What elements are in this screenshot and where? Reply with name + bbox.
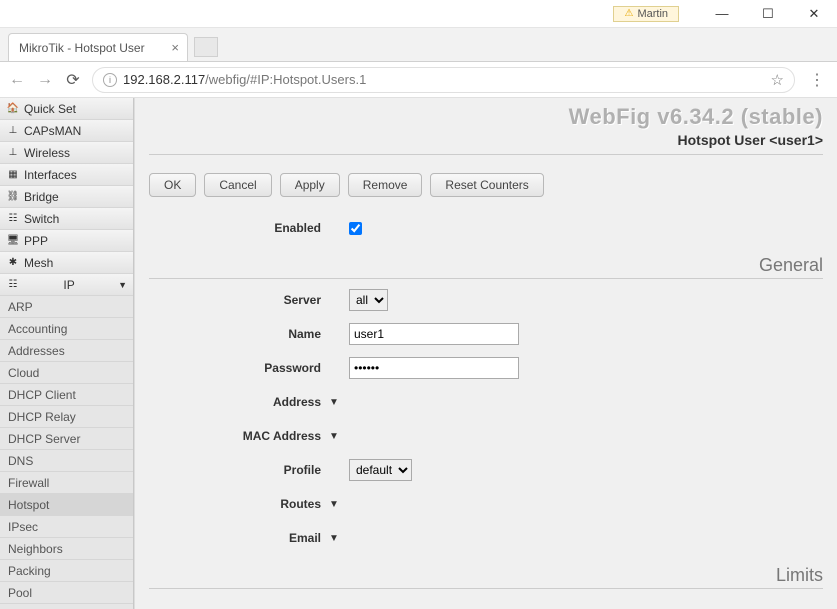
- sidebar-item-label: CAPsMAN: [24, 124, 81, 138]
- sidebar-subitem-neighbors[interactable]: Neighbors: [0, 538, 133, 560]
- sidebar-item-ppp[interactable]: 🖥 PPP: [0, 230, 133, 252]
- profile-select[interactable]: default: [349, 459, 412, 481]
- webfig-title: WebFig v6.34.2 (stable): [149, 104, 823, 130]
- sidebar-subitem-routes[interactable]: Routes: [0, 604, 133, 609]
- address-bar[interactable]: i 192.168.2.117/webfig/#IP:Hotspot.Users…: [92, 67, 795, 93]
- sidebar-item-label: Quick Set: [24, 102, 76, 116]
- sidebar-subitem-dns[interactable]: DNS: [0, 450, 133, 472]
- wireless-icon: ⊥: [6, 146, 20, 160]
- sidebar-item-wireless[interactable]: ⊥ Wireless: [0, 142, 133, 164]
- address-label: Address: [149, 395, 349, 409]
- sidebar-item-mesh[interactable]: ✱ Mesh: [0, 252, 133, 274]
- sidebar-subitem-arp[interactable]: ARP: [0, 296, 133, 318]
- sidebar-subitem-ipsec[interactable]: IPsec: [0, 516, 133, 538]
- sidebar-subitem-dhcp-relay[interactable]: DHCP Relay: [0, 406, 133, 428]
- name-input[interactable]: [349, 323, 519, 345]
- browser-tab[interactable]: MikroTik - Hotspot User ×: [8, 33, 188, 61]
- user-badge: Martin: [613, 6, 679, 22]
- name-label: Name: [149, 327, 349, 341]
- sidebar-item-label: Mesh: [24, 256, 53, 270]
- forward-icon[interactable]: →: [36, 71, 54, 89]
- browser-tabstrip: MikroTik - Hotspot User ×: [0, 28, 837, 62]
- sidebar-item-switch[interactable]: ☷ Switch: [0, 208, 133, 230]
- ip-icon: ☷: [6, 278, 20, 292]
- reset-counters-button[interactable]: Reset Counters: [430, 173, 543, 197]
- chevron-down-icon: ▼: [118, 280, 127, 290]
- sidebar-subitem-hotspot[interactable]: Hotspot: [0, 494, 133, 516]
- sidebar-item-capsman[interactable]: ⊥ CAPsMAN: [0, 120, 133, 142]
- email-label: Email: [149, 531, 349, 545]
- browser-menu-icon[interactable]: ⋮: [805, 70, 829, 90]
- interfaces-icon: ▦: [6, 168, 20, 182]
- action-button-row: OK Cancel Apply Remove Reset Counters: [149, 173, 823, 197]
- ok-button[interactable]: OK: [149, 173, 196, 197]
- sidebar-item-label: Wireless: [24, 146, 70, 160]
- sidebar: 🏠 Quick Set ⊥ CAPsMAN ⊥ Wireless ▦ Interfaces ⛓ B…: [0, 98, 134, 609]
- sidebar-subitem-pool[interactable]: Pool: [0, 582, 133, 604]
- routes-label: Routes: [149, 497, 349, 511]
- url-text: 192.168.2.117/webfig/#IP:Hotspot.Users.1: [123, 72, 366, 87]
- quick-set-icon: 🏠: [6, 102, 20, 116]
- password-label: Password: [149, 361, 349, 375]
- ppp-icon: 🖥: [6, 234, 20, 248]
- site-info-icon[interactable]: i: [103, 73, 117, 87]
- close-window-button[interactable]: ✕: [791, 0, 837, 28]
- capsman-icon: ⊥: [6, 124, 20, 138]
- mac-address-label: MAC Address: [149, 429, 349, 443]
- sidebar-subitem-accounting[interactable]: Accounting: [0, 318, 133, 340]
- sidebar-item-ip[interactable]: ☷ IP ▼: [0, 274, 133, 296]
- cancel-button[interactable]: Cancel: [204, 173, 271, 197]
- bookmark-icon[interactable]: ☆: [771, 71, 784, 89]
- sidebar-item-bridge[interactable]: ⛓ Bridge: [0, 186, 133, 208]
- browser-toolbar: ← → ⟳ i 192.168.2.117/webfig/#IP:Hotspot…: [0, 62, 837, 98]
- sidebar-item-interfaces[interactable]: ▦ Interfaces: [0, 164, 133, 186]
- switch-icon: ☷: [6, 212, 20, 226]
- remove-button[interactable]: Remove: [348, 173, 423, 197]
- sidebar-subitem-packing[interactable]: Packing: [0, 560, 133, 582]
- profile-label: Profile: [149, 463, 349, 477]
- new-tab-button[interactable]: [194, 37, 218, 57]
- enabled-checkbox[interactable]: [349, 222, 362, 235]
- sidebar-subitem-dhcp-client[interactable]: DHCP Client: [0, 384, 133, 406]
- sidebar-item-label: IP: [63, 278, 74, 292]
- apply-button[interactable]: Apply: [280, 173, 340, 197]
- password-input[interactable]: [349, 357, 519, 379]
- sidebar-subitem-firewall[interactable]: Firewall: [0, 472, 133, 494]
- content-area: WebFig v6.34.2 (stable) Hotspot User <us…: [134, 98, 837, 609]
- page-title: Hotspot User <user1>: [149, 132, 823, 155]
- section-limits: Limits: [149, 565, 823, 589]
- enabled-label: Enabled: [149, 221, 349, 235]
- minimize-button[interactable]: —: [699, 0, 745, 28]
- sidebar-item-label: Interfaces: [24, 168, 77, 182]
- bridge-icon: ⛓: [6, 190, 20, 204]
- maximize-button[interactable]: ☐: [745, 0, 791, 28]
- sidebar-subitem-dhcp-server[interactable]: DHCP Server: [0, 428, 133, 450]
- mac-expand-icon[interactable]: ▼: [329, 431, 339, 442]
- sidebar-subitem-addresses[interactable]: Addresses: [0, 340, 133, 362]
- email-expand-icon[interactable]: ▼: [329, 533, 339, 544]
- back-icon[interactable]: ←: [8, 71, 26, 89]
- address-expand-icon[interactable]: ▼: [329, 397, 339, 408]
- sidebar-item-quick-set[interactable]: 🏠 Quick Set: [0, 98, 133, 120]
- reload-icon[interactable]: ⟳: [64, 70, 82, 90]
- tab-title: MikroTik - Hotspot User: [19, 41, 145, 55]
- section-general: General: [149, 255, 823, 279]
- sidebar-subitem-cloud[interactable]: Cloud: [0, 362, 133, 384]
- close-tab-icon[interactable]: ×: [171, 40, 179, 55]
- sidebar-item-label: PPP: [24, 234, 48, 248]
- routes-expand-icon[interactable]: ▼: [329, 499, 339, 510]
- sidebar-item-label: Switch: [24, 212, 59, 226]
- mesh-icon: ✱: [6, 256, 20, 270]
- server-label: Server: [149, 293, 349, 307]
- window-titlebar: Martin — ☐ ✕: [0, 0, 837, 28]
- server-select[interactable]: all: [349, 289, 388, 311]
- sidebar-item-label: Bridge: [24, 190, 59, 204]
